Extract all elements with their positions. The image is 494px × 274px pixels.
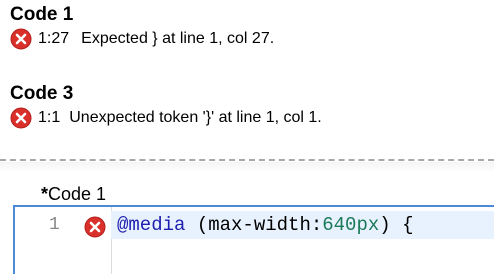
- line-number: 1: [49, 215, 60, 235]
- code-token-at-rule: @media: [117, 214, 186, 236]
- unsaved-marker: *: [41, 184, 49, 204]
- editor-gutter: 1: [15, 207, 112, 274]
- editor-title: *Code 1: [41, 183, 106, 205]
- error-entry[interactable]: 1:27 Expected } at line 1, col 27.: [10, 26, 274, 52]
- code-token-text: (max-width:: [185, 214, 323, 236]
- code-token-text: ) {: [379, 214, 414, 236]
- active-code-line[interactable]: @media (max-width:640px) {: [111, 211, 494, 239]
- error-icon: [10, 107, 32, 129]
- error-icon: [10, 28, 32, 50]
- error-group-title: Code 1: [10, 4, 74, 25]
- code-token-number: 640px: [322, 214, 380, 236]
- error-message: Unexpected token '}' at line 1, col 1.: [69, 109, 322, 126]
- error-entry[interactable]: 1:1 Unexpected token '}' at line 1, col …: [10, 105, 322, 131]
- code-editor[interactable]: 1 @media (max-width:640px) {: [13, 205, 494, 274]
- error-group-title: Code 3: [10, 83, 74, 104]
- error-message: Expected } at line 1, col 27.: [81, 30, 275, 47]
- editor-title-text: Code 1: [48, 184, 107, 204]
- error-group-code-3: Code 3 1:1 Unexpected token '}' at line …: [10, 83, 322, 131]
- code-text: @media (max-width:640px) {: [117, 214, 413, 236]
- panel-splitter[interactable]: [0, 159, 494, 161]
- splitter-shadow: [0, 162, 494, 172]
- error-location: 1:1: [38, 109, 61, 126]
- error-console: Code 1 1:27 Expected } at line 1, col 27…: [0, 0, 494, 274]
- error-location: 1:27: [38, 30, 70, 47]
- error-group-code-1: Code 1 1:27 Expected } at line 1, col 27…: [10, 4, 274, 52]
- error-icon[interactable]: [84, 216, 106, 238]
